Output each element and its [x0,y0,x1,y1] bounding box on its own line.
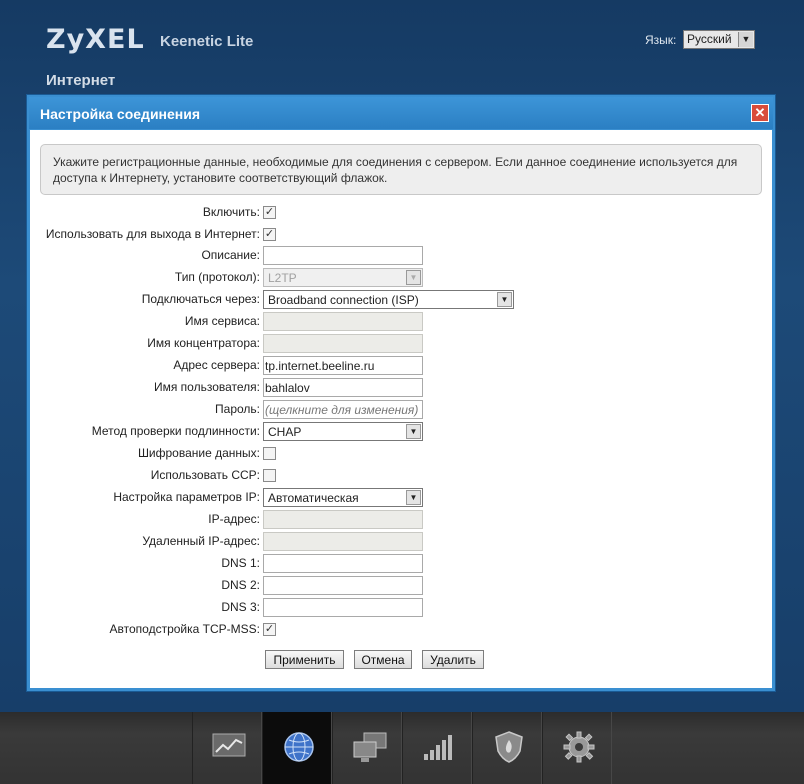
concentrator-label: Имя концентратора: [147,336,260,350]
server-label: Адрес сервера: [173,358,260,372]
row-use-internet: Использовать для выхода в Интернет: ✓ [30,225,772,243]
tb-monitor[interactable] [192,712,262,784]
zyxel-logo: ZyXEL [46,24,145,55]
protocol-label: Тип (протокол): [174,270,260,284]
dialog-body: Укажите регистрационные данные, необходи… [30,130,772,688]
ip-settings-value: Автоматическая [268,491,359,505]
server-input[interactable]: tp.internet.beeline.ru [263,356,423,375]
remote-ip-label: Удаленный IP-адрес: [142,534,260,548]
protocol-value: L2TP [268,271,297,285]
enable-label: Включить: [202,205,260,219]
row-remote-ip: Удаленный IP-адрес: [30,532,772,551]
language-label: Язык: [645,33,677,47]
auth-select[interactable]: CHAP ▼ [263,422,423,441]
row-auth: Метод проверки подлинности: CHAP ▼ [30,422,772,441]
remote-ip-input[interactable] [263,532,423,551]
ip-settings-select[interactable]: Автоматическая ▼ [263,488,423,507]
notice-box: Укажите регистрационные данные, необходи… [40,144,762,195]
tb-home-network[interactable] [332,712,402,784]
row-dns3: DNS 3: [30,598,772,617]
username-label: Имя пользователя: [153,380,260,394]
username-input[interactable]: bahlalov [263,378,423,397]
chart-icon [212,733,246,757]
via-select[interactable]: Broadband connection (ISP) ▼ [263,290,514,309]
auth-label: Метод проверки подлинности: [91,424,260,438]
chevron-down-icon: ▼ [738,32,753,47]
enable-checkbox[interactable]: ✓ [263,206,276,219]
dialog-title-bar: Настройка соединения ✕ [29,97,773,129]
language-select[interactable]: Русский ▼ [683,30,755,49]
connection-settings-dialog: Настройка соединения ✕ Укажите регистрац… [26,94,776,692]
use-internet-label: Использовать для выхода в Интернет: [45,227,260,241]
protocol-select[interactable]: L2TP ▼ [263,268,423,287]
dns1-input[interactable] [263,554,423,573]
language-value: Русский [687,32,732,46]
row-enable: Включить: ✓ [30,203,772,221]
shield-icon [495,731,523,763]
description-label: Описание: [201,248,260,262]
chevron-down-icon: ▼ [406,270,421,285]
password-label: Пароль: [215,402,260,416]
service-name-label: Имя сервиса: [184,314,260,328]
ccp-label: Использовать CCP: [150,468,260,482]
chevron-down-icon: ▼ [406,424,421,439]
row-protocol: Тип (протокол): L2TP ▼ [30,268,772,287]
row-ip-settings: Настройка параметров IP: Автоматическая … [30,488,772,507]
auth-value: CHAP [268,425,302,439]
use-internet-checkbox[interactable]: ✓ [263,228,276,241]
bottom-taskbar [0,712,804,784]
concentrator-input[interactable] [263,334,423,353]
row-dns1: DNS 1: [30,554,772,573]
encryption-checkbox[interactable] [263,447,276,460]
row-service-name: Имя сервиса: [30,312,772,331]
dialog-title: Настройка соединения [40,106,201,122]
tb-system[interactable] [542,712,612,784]
section-title: Интернет [46,72,116,89]
network-icon [353,732,387,762]
service-name-input[interactable] [263,312,423,331]
button-bar: Применить Отмена Удалить [30,650,772,670]
ip-input[interactable] [263,510,423,529]
password-input[interactable]: (щелкните для изменения) [263,400,423,419]
tb-internet[interactable] [262,712,332,784]
signal-icon [424,735,452,760]
chevron-down-icon: ▼ [406,490,421,505]
row-concentrator: Имя концентратора: [30,334,772,353]
row-dns2: DNS 2: [30,576,772,595]
row-ip: IP-адрес: [30,510,772,529]
row-encryption: Шифрование данных: [30,444,772,462]
via-label: Подключаться через: [141,292,260,306]
row-ccp: Использовать CCP: [30,466,772,484]
row-server: Адрес сервера: tp.internet.beeline.ru [30,356,772,375]
cancel-button[interactable]: Отмена [354,650,412,669]
via-value: Broadband connection (ISP) [268,293,419,307]
tb-security[interactable] [472,712,542,784]
apply-button[interactable]: Применить [265,650,344,669]
close-icon[interactable]: ✕ [751,104,769,122]
tcp-mss-checkbox[interactable]: ✓ [263,623,276,636]
row-tcp-mss: Автоподстройка TCP-MSS: ✓ [30,620,772,638]
dns1-label: DNS 1: [221,556,260,570]
row-password: Пароль: (щелкните для изменения) [30,400,772,419]
dns2-label: DNS 2: [221,578,260,592]
tcp-mss-label: Автоподстройка TCP-MSS: [109,622,260,636]
delete-button[interactable]: Удалить [422,650,484,669]
row-via: Подключаться через: Broadband connection… [30,290,772,309]
dns2-input[interactable] [263,576,423,595]
row-description: Описание: [30,246,772,265]
dns3-input[interactable] [263,598,423,617]
dns3-label: DNS 3: [221,600,260,614]
description-input[interactable] [263,246,423,265]
globe-icon [284,732,314,762]
ccp-checkbox[interactable] [263,469,276,482]
ip-label: IP-адрес: [208,512,260,526]
encryption-label: Шифрование данных: [137,446,260,460]
model-name: Keenetic Lite [160,33,254,50]
row-username: Имя пользователя: bahlalov [30,378,772,397]
gear-icon [563,731,595,763]
tb-wifi[interactable] [402,712,472,784]
ip-settings-label: Настройка параметров IP: [113,490,260,504]
chevron-down-icon: ▼ [497,292,512,307]
